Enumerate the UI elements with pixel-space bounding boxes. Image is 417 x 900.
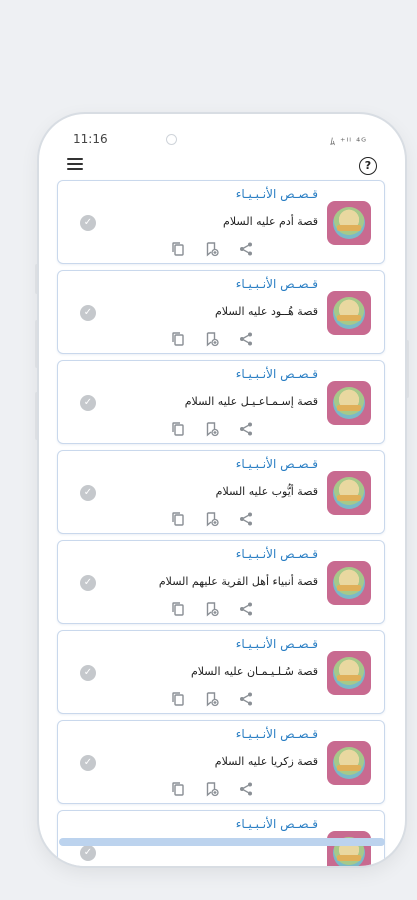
bookmark-icon[interactable] xyxy=(204,241,220,257)
check-icon[interactable]: ✓ xyxy=(80,215,96,231)
check-icon[interactable]: ✓ xyxy=(80,305,96,321)
story-thumbnail xyxy=(327,381,371,425)
share-icon[interactable] xyxy=(238,511,254,527)
card-title: قصة إسـمـاعـيـل عليه السلام xyxy=(184,395,318,408)
card-category: قـصـص الأنـبـيـاء xyxy=(235,367,318,381)
share-icon[interactable] xyxy=(238,241,254,257)
check-icon[interactable]: ✓ xyxy=(80,755,96,771)
card-title: قصة أنبياء أهل القرية عليهم السلام xyxy=(158,575,318,588)
story-card[interactable]: قـصـص الأنـبـيـاء قصة أدم عليه السلام ✓ xyxy=(57,180,385,264)
card-category: قـصـص الأنـبـيـاء xyxy=(235,547,318,561)
check-icon[interactable]: ✓ xyxy=(80,485,96,501)
card-category: قـصـص الأنـبـيـاء xyxy=(235,277,318,291)
story-thumbnail xyxy=(327,741,371,785)
app-bar: ? xyxy=(39,154,405,178)
story-card[interactable]: قـصـص الأنـبـيـاء قصة هُــود عليه السلام… xyxy=(57,270,385,354)
copy-icon[interactable] xyxy=(170,691,186,707)
check-icon[interactable]: ✓ xyxy=(80,395,96,411)
status-bar: 11:16 ﾑ ⁺ᴵˡ ⁴ᴳ xyxy=(39,128,405,148)
card-category: قـصـص الأنـبـيـاء xyxy=(235,637,318,651)
story-thumbnail xyxy=(327,651,371,695)
bookmark-icon[interactable] xyxy=(204,781,220,797)
card-category: قـصـص الأنـبـيـاء xyxy=(235,727,318,741)
story-card[interactable]: قـصـص الأنـبـيـاء قصة أنبياء أهل القرية … xyxy=(57,540,385,624)
card-category: قـصـص الأنـبـيـاء xyxy=(235,187,318,201)
card-category: قـصـص الأنـبـيـاء xyxy=(235,817,318,831)
card-title: قصة هُــود عليه السلام xyxy=(214,305,318,318)
phone-screen: 11:16 ﾑ ⁺ᴵˡ ⁴ᴳ ? قـصـص الأنـبـيـاء قصة أ… xyxy=(39,114,405,866)
menu-icon[interactable] xyxy=(67,158,83,172)
card-title: قصة أدم عليه السلام xyxy=(223,215,318,228)
story-thumbnail xyxy=(327,471,371,515)
bookmark-icon[interactable] xyxy=(204,421,220,437)
bookmark-icon[interactable] xyxy=(204,691,220,707)
share-icon[interactable] xyxy=(238,331,254,347)
story-card[interactable]: قـصـص الأنـبـيـاء قصة إسـمـاعـيـل عليه ا… xyxy=(57,360,385,444)
copy-icon[interactable] xyxy=(170,241,186,257)
copy-icon[interactable] xyxy=(170,421,186,437)
share-icon[interactable] xyxy=(238,781,254,797)
bottom-strip xyxy=(59,838,385,846)
check-icon[interactable]: ✓ xyxy=(80,575,96,591)
phone-power-button xyxy=(405,340,409,398)
card-title: قصة سُـلـيـمـان عليه السلام xyxy=(190,665,318,678)
stories-list: قـصـص الأنـبـيـاء قصة أدم عليه السلام ✓ … xyxy=(57,180,387,866)
bookmark-icon[interactable] xyxy=(204,511,220,527)
bookmark-icon[interactable] xyxy=(204,331,220,347)
share-icon[interactable] xyxy=(238,601,254,617)
card-category: قـصـص الأنـبـيـاء xyxy=(235,457,318,471)
story-thumbnail xyxy=(327,831,371,866)
copy-icon[interactable] xyxy=(170,331,186,347)
story-card[interactable]: قـصـص الأنـبـيـاء قصة سُـلـيـمـان عليه ا… xyxy=(57,630,385,714)
card-title: قصة زكريا عليه السلام xyxy=(214,755,318,768)
help-icon[interactable]: ? xyxy=(359,157,377,175)
card-title: قصة أيُّوب عليه السلام xyxy=(215,485,318,498)
copy-icon[interactable] xyxy=(170,781,186,797)
bookmark-icon[interactable] xyxy=(204,601,220,617)
share-icon[interactable] xyxy=(238,691,254,707)
camera-icon xyxy=(166,134,177,145)
share-icon[interactable] xyxy=(238,421,254,437)
story-card[interactable]: قـصـص الأنـبـيـاء قصة أيُّوب عليه السلام… xyxy=(57,450,385,534)
check-icon[interactable]: ✓ xyxy=(80,665,96,681)
story-thumbnail xyxy=(327,561,371,605)
copy-icon[interactable] xyxy=(170,601,186,617)
copy-icon[interactable] xyxy=(170,511,186,527)
status-time: 11:16 xyxy=(73,132,108,146)
story-card[interactable]: قـصـص الأنـبـيـاء قصة زكريا عليه السلام … xyxy=(57,720,385,804)
story-thumbnail xyxy=(327,201,371,245)
signal-icons: ﾑ ⁺ᴵˡ ⁴ᴳ xyxy=(329,137,367,148)
check-icon[interactable]: ✓ xyxy=(80,845,96,861)
story-thumbnail xyxy=(327,291,371,335)
